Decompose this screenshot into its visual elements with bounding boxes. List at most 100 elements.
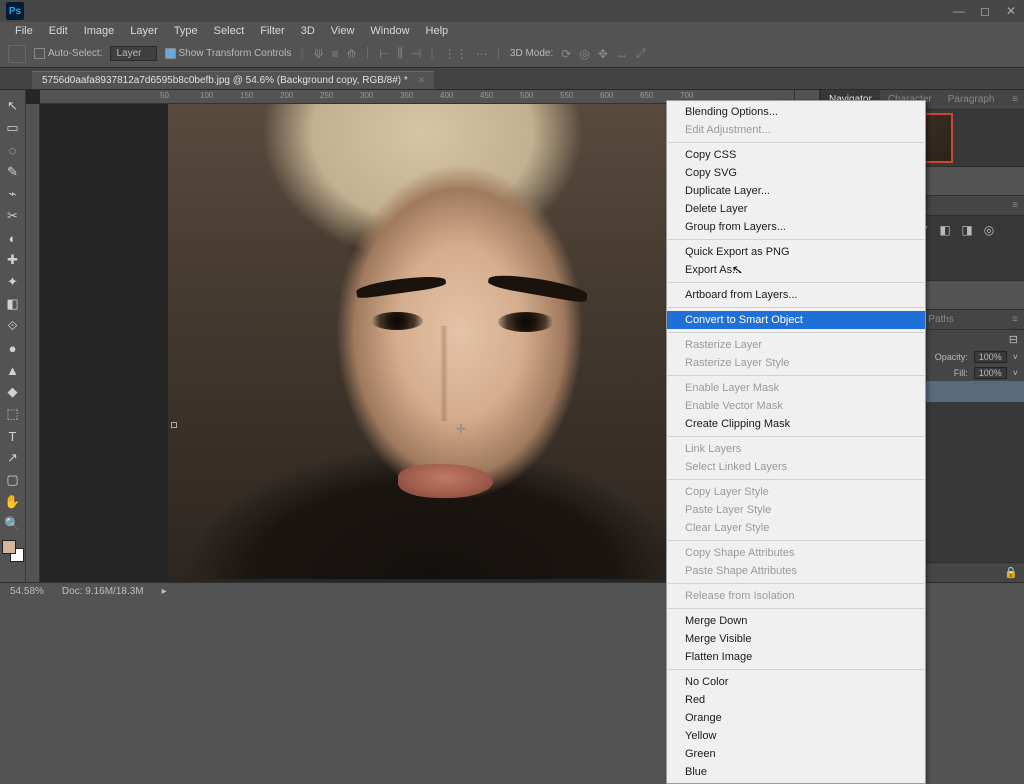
align-vcenter-icon[interactable]: ≡ bbox=[332, 47, 339, 61]
fill-dropdown-icon[interactable]: ˅ bbox=[1013, 368, 1018, 378]
history-brush-tool-icon[interactable]: ◧ bbox=[2, 294, 24, 314]
move-tool-icon[interactable]: ↖ bbox=[2, 96, 24, 116]
menu-window[interactable]: Window bbox=[363, 25, 416, 37]
menu-layer[interactable]: Layer bbox=[123, 25, 165, 37]
menu-image[interactable]: Image bbox=[77, 25, 122, 37]
fill-label: Fill: bbox=[954, 368, 968, 378]
close-tab-icon[interactable]: × bbox=[419, 75, 425, 86]
show-transform-checkbox[interactable] bbox=[165, 48, 176, 59]
menu-item[interactable]: Copy SVG bbox=[667, 164, 925, 182]
maximize-button[interactable]: ◻ bbox=[972, 0, 998, 22]
document-tab[interactable]: 5756d0aafa8937812a7d6595b8c0befb.jpg @ 5… bbox=[32, 71, 434, 89]
pan-3d-icon[interactable]: ✥ bbox=[598, 47, 608, 61]
hue-adj-icon[interactable]: ◧ bbox=[937, 222, 953, 238]
hand-tool-icon[interactable]: ✋ bbox=[2, 492, 24, 512]
color-swatches[interactable] bbox=[2, 540, 24, 562]
menu-3d[interactable]: 3D bbox=[294, 25, 322, 37]
move-tool-icon[interactable] bbox=[8, 45, 26, 63]
eraser-tool-icon[interactable]: ⟐ bbox=[2, 316, 24, 336]
photofilter-adj-icon[interactable]: ◎ bbox=[981, 222, 997, 238]
menu-filter[interactable]: Filter bbox=[253, 25, 291, 37]
menu-item[interactable]: No Color bbox=[667, 673, 925, 691]
menu-item[interactable]: Merge Visible bbox=[667, 630, 925, 648]
status-menu-icon[interactable]: ▸ bbox=[162, 586, 167, 597]
stamp-tool-icon[interactable]: ✦ bbox=[2, 272, 24, 292]
crop-tool-icon[interactable]: ⌁ bbox=[2, 184, 24, 204]
panel-menu-icon[interactable]: ≡ bbox=[1006, 90, 1024, 109]
eyedropper-tool-icon[interactable]: ✂ bbox=[2, 206, 24, 226]
menu-edit[interactable]: Edit bbox=[42, 25, 75, 37]
filter-toggle-icon[interactable]: ⊟ bbox=[1009, 333, 1018, 346]
marquee-tool-icon[interactable]: ▭ bbox=[2, 118, 24, 138]
zoom-level[interactable]: 54.58% bbox=[10, 586, 44, 597]
document-tab-title: 5756d0aafa8937812a7d6595b8c0befb.jpg @ 5… bbox=[42, 75, 408, 86]
menu-item: Rasterize Layer Style bbox=[667, 354, 925, 372]
ruler-vertical[interactable] bbox=[26, 104, 40, 582]
align-left-icon[interactable]: ⊢ bbox=[379, 47, 389, 61]
align-right-icon[interactable]: ⊣ bbox=[411, 47, 421, 61]
menu-item[interactable]: Yellow bbox=[667, 727, 925, 745]
menu-item[interactable]: Orange bbox=[667, 709, 925, 727]
menu-select[interactable]: Select bbox=[207, 25, 252, 37]
lasso-tool-icon[interactable]: ◌ bbox=[2, 140, 24, 160]
slide-3d-icon[interactable]: ↔ bbox=[616, 47, 628, 61]
panel-menu-icon[interactable]: ≡ bbox=[1006, 196, 1024, 215]
auto-select-dropdown[interactable]: Layer bbox=[110, 46, 156, 61]
menu-item[interactable]: Create Clipping Mask bbox=[667, 415, 925, 433]
menu-item[interactable]: Export As... bbox=[667, 261, 925, 279]
gradient-tool-icon[interactable]: ● bbox=[2, 338, 24, 358]
align-hcenter-icon[interactable]: ⫼ bbox=[397, 46, 403, 61]
panel-menu-icon[interactable]: ≡ bbox=[1006, 310, 1024, 329]
dodge-tool-icon[interactable]: ◆ bbox=[2, 382, 24, 402]
menu-item[interactable]: Merge Down bbox=[667, 612, 925, 630]
menu-item[interactable]: Blue bbox=[667, 763, 925, 781]
roll-3d-icon[interactable]: ◎ bbox=[579, 47, 589, 61]
menu-item[interactable]: Artboard from Layers... bbox=[667, 286, 925, 304]
transform-handle[interactable] bbox=[171, 422, 177, 428]
menu-item: Release from Isolation bbox=[667, 587, 925, 605]
tool-palette: ↖ ▭ ◌ ✎ ⌁ ✂ ◐ ✚ ✦ ◧ ⟐ ● ▲ ◆ ⬚ T ↗ ▢ ✋ 🔍 bbox=[0, 90, 26, 582]
rectangle-tool-icon[interactable]: ▢ bbox=[2, 470, 24, 490]
bw-adj-icon[interactable]: ◨ bbox=[959, 222, 975, 238]
menu-item[interactable]: Red bbox=[667, 691, 925, 709]
zoom-tool-icon[interactable]: 🔍 bbox=[2, 514, 24, 534]
brush-tool-icon[interactable]: ✚ bbox=[2, 250, 24, 270]
align-bottom-icon[interactable]: ⟰ bbox=[347, 47, 357, 61]
quickselect-tool-icon[interactable]: ✎ bbox=[2, 162, 24, 182]
auto-select-checkbox[interactable] bbox=[34, 48, 45, 59]
opacity-dropdown-icon[interactable]: ˅ bbox=[1013, 352, 1018, 362]
distribute-h-icon[interactable]: ⋮⋮ bbox=[444, 47, 468, 61]
menu-item[interactable]: Duplicate Layer... bbox=[667, 182, 925, 200]
menu-item[interactable]: Delete Layer bbox=[667, 200, 925, 218]
minimize-button[interactable]: — bbox=[946, 0, 972, 22]
blur-tool-icon[interactable]: ▲ bbox=[2, 360, 24, 380]
window-controls: — ◻ ✕ bbox=[946, 0, 1024, 22]
menu-item[interactable]: Group from Layers... bbox=[667, 218, 925, 236]
tab-paths[interactable]: Paths bbox=[921, 310, 961, 329]
close-button[interactable]: ✕ bbox=[998, 0, 1024, 22]
path-select-tool-icon[interactable]: ↗ bbox=[2, 448, 24, 468]
menu-item[interactable]: Convert to Smart Object bbox=[667, 311, 925, 329]
menu-view[interactable]: View bbox=[324, 25, 362, 37]
menu-type[interactable]: Type bbox=[167, 25, 205, 37]
opacity-input[interactable]: 100% bbox=[974, 351, 1007, 363]
rotate-3d-icon[interactable]: ⟳ bbox=[561, 47, 571, 61]
menu-item[interactable]: Flatten Image bbox=[667, 648, 925, 666]
menu-item[interactable]: Copy CSS bbox=[667, 146, 925, 164]
lock-layer-icon[interactable]: 🔒 bbox=[1004, 566, 1018, 579]
scale-3d-icon[interactable]: ⤢ bbox=[636, 46, 646, 61]
pen-tool-icon[interactable]: ⬚ bbox=[2, 404, 24, 424]
align-top-icon[interactable]: ⟱ bbox=[314, 47, 324, 61]
menu-help[interactable]: Help bbox=[419, 25, 456, 37]
show-transform-label: Show Transform Controls bbox=[179, 48, 292, 59]
distribute-v-icon[interactable]: ⋯ bbox=[476, 47, 488, 61]
menu-item[interactable]: Blending Options... bbox=[667, 103, 925, 121]
tab-paragraph[interactable]: Paragraph bbox=[940, 90, 1003, 109]
fill-input[interactable]: 100% bbox=[974, 367, 1007, 379]
type-tool-icon[interactable]: T bbox=[2, 426, 24, 446]
healing-tool-icon[interactable]: ◐ bbox=[2, 228, 24, 248]
center-point-icon: ✛ bbox=[456, 422, 466, 436]
menu-item[interactable]: Quick Export as PNG bbox=[667, 243, 925, 261]
menu-file[interactable]: File bbox=[8, 25, 40, 37]
menu-item[interactable]: Green bbox=[667, 745, 925, 763]
